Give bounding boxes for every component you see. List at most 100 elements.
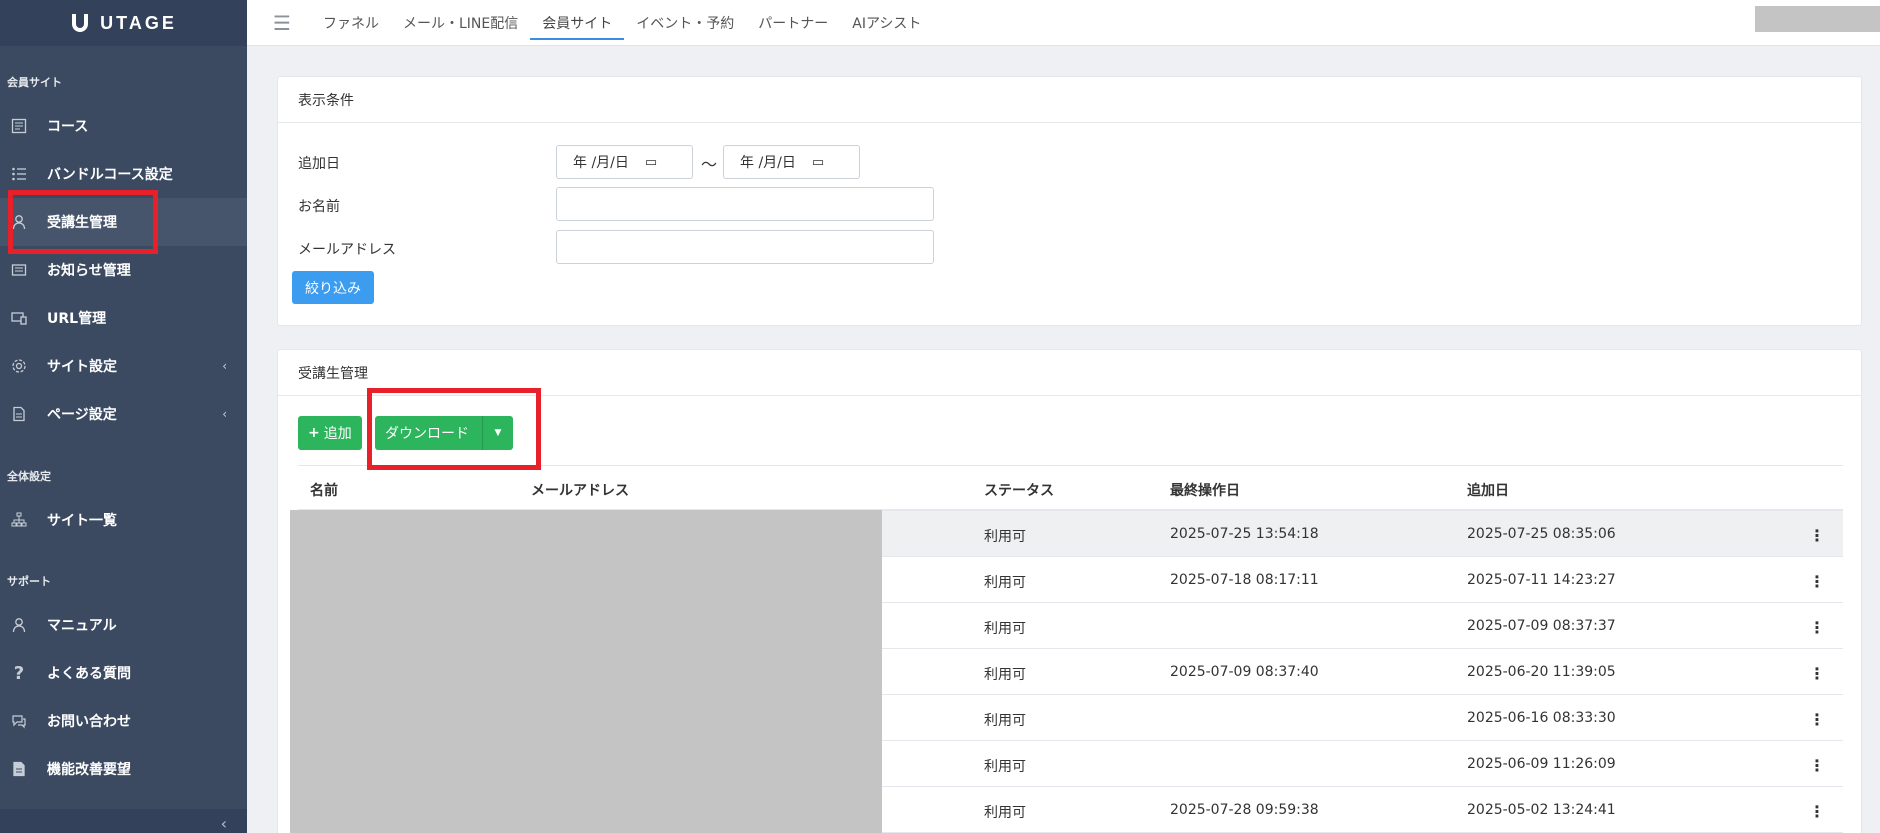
brand-name: UTAGE bbox=[100, 12, 177, 33]
row-added-date: 2025-06-09 11:26:09 bbox=[1467, 756, 1616, 772]
sidebar-item-label: コース bbox=[47, 119, 89, 135]
column-header-status[interactable]: ステータス bbox=[984, 480, 1054, 500]
tab-partner[interactable]: パートナー bbox=[746, 6, 840, 40]
collapse-sidebar-icon[interactable]: ‹ bbox=[221, 814, 227, 833]
row-last-operation: 2025-07-18 08:17:11 bbox=[1170, 572, 1319, 588]
sidebar-item-label: URL管理 bbox=[47, 311, 107, 327]
devices-icon bbox=[10, 309, 28, 327]
download-button-label[interactable]: ダウンロード bbox=[375, 416, 483, 450]
row-last-operation: 2025-07-28 09:59:38 bbox=[1170, 802, 1319, 818]
email-label: メールアドレス bbox=[298, 242, 396, 258]
added-date-label: 追加日 bbox=[298, 156, 340, 172]
sidebar-item-page-settings[interactable]: ページ設定 ‹ bbox=[0, 390, 247, 438]
added-date-from-input[interactable]: 年 /月/日 ▭ bbox=[556, 145, 693, 179]
user-icon bbox=[10, 213, 28, 231]
utage-logo-icon bbox=[72, 14, 89, 32]
row-added-date: 2025-06-16 08:33:30 bbox=[1467, 710, 1616, 726]
file-icon bbox=[10, 760, 28, 778]
filter-button[interactable]: 絞り込み bbox=[292, 271, 374, 304]
sidebar-item-bundle-course[interactable]: バンドルコース設定 bbox=[0, 150, 247, 198]
user-icon bbox=[10, 616, 28, 634]
sidebar-item-student-management[interactable]: 受講生管理 bbox=[0, 198, 247, 246]
date-placeholder: 年 /月/日 bbox=[740, 155, 796, 171]
caret-down-icon[interactable]: ▼ bbox=[483, 428, 513, 438]
row-added-date: 2025-06-20 11:39:05 bbox=[1467, 664, 1616, 680]
brand[interactable]: UTAGE bbox=[0, 0, 247, 46]
add-button-label: 追加 bbox=[323, 426, 352, 442]
row-status: 利用可 bbox=[984, 529, 1026, 545]
hamburger-menu-icon[interactable]: ☰ bbox=[273, 11, 297, 35]
row-status: 利用可 bbox=[984, 667, 1026, 683]
sidebar-item-feature-request[interactable]: 機能改善要望 bbox=[0, 745, 247, 793]
tab-member-site[interactable]: 会員サイト bbox=[530, 6, 625, 40]
newspaper-icon bbox=[10, 261, 28, 279]
added-date-to-input[interactable]: 年 /月/日 ▭ bbox=[723, 145, 860, 179]
calendar-icon[interactable]: ▭ bbox=[812, 155, 824, 170]
sidebar-item-label: ページ設定 bbox=[47, 407, 117, 423]
redacted-name-email-area bbox=[290, 510, 882, 833]
sidebar-item-contact[interactable]: お問い合わせ bbox=[0, 697, 247, 745]
sidebar-item-label: サイト設定 bbox=[47, 359, 117, 375]
sidebar-item-label: 受講生管理 bbox=[47, 215, 117, 231]
top-navigation: ☰ ファネル メール・LINE配信 会員サイト イベント・予約 パートナー AI… bbox=[247, 0, 1880, 46]
chevron-left-icon: ‹ bbox=[222, 407, 227, 421]
sidebar-item-label: 機能改善要望 bbox=[47, 762, 131, 778]
calendar-icon[interactable]: ▭ bbox=[645, 155, 657, 170]
row-actions-kebab-icon[interactable]: ⋮ bbox=[1809, 756, 1825, 775]
sidebar-item-url-management[interactable]: URL管理 bbox=[0, 294, 247, 342]
row-last-operation: 2025-07-25 13:54:18 bbox=[1170, 526, 1319, 542]
row-added-date: 2025-05-02 13:24:41 bbox=[1467, 802, 1616, 818]
tab-funnel[interactable]: ファネル bbox=[311, 6, 391, 40]
filter-card: 表示条件 追加日 年 /月/日 ▭ 〜 年 /月/日 ▭ お名前 メールアドレス… bbox=[277, 76, 1862, 326]
column-header-name[interactable]: 名前 bbox=[310, 480, 338, 500]
row-status: 利用可 bbox=[984, 805, 1026, 821]
date-placeholder: 年 /月/日 bbox=[573, 155, 629, 171]
gear-icon bbox=[10, 357, 28, 375]
row-actions-kebab-icon[interactable]: ⋮ bbox=[1809, 802, 1825, 821]
column-header-added-date[interactable]: 追加日 bbox=[1467, 480, 1509, 500]
column-header-last-operation[interactable]: 最終操作日 bbox=[1170, 480, 1240, 500]
email-input[interactable] bbox=[556, 230, 934, 264]
document-list-icon bbox=[10, 117, 28, 135]
sidebar-item-label: お問い合わせ bbox=[47, 714, 131, 730]
sidebar-item-label: よくある質問 bbox=[47, 666, 131, 682]
sidebar-item-label: サイト一覧 bbox=[47, 513, 117, 529]
sidebar-item-manual[interactable]: マニュアル bbox=[0, 601, 247, 649]
row-actions-kebab-icon[interactable]: ⋮ bbox=[1809, 618, 1825, 637]
section-label-support: サポート bbox=[7, 575, 51, 588]
row-status: 利用可 bbox=[984, 621, 1026, 637]
sidebar-item-news-management[interactable]: お知らせ管理 bbox=[0, 246, 247, 294]
students-card-title: 受講生管理 bbox=[278, 350, 1861, 396]
row-actions-kebab-icon[interactable]: ⋮ bbox=[1809, 664, 1825, 683]
sidebar-item-site-list[interactable]: サイト一覧 bbox=[0, 496, 247, 544]
sidebar-item-faq[interactable]: ? よくある質問 bbox=[0, 649, 247, 697]
list-icon bbox=[10, 165, 28, 183]
row-actions-kebab-icon[interactable]: ⋮ bbox=[1809, 710, 1825, 729]
row-status: 利用可 bbox=[984, 759, 1026, 775]
row-last-operation: 2025-07-09 08:37:40 bbox=[1170, 664, 1319, 680]
table-header: 名前 メールアドレス ステータス 最終操作日 追加日 bbox=[298, 465, 1843, 511]
name-input[interactable] bbox=[556, 187, 934, 221]
sidebar-item-site-settings[interactable]: サイト設定 ‹ bbox=[0, 342, 247, 390]
sidebar-item-label: バンドルコース設定 bbox=[47, 167, 173, 183]
question-icon: ? bbox=[13, 662, 25, 684]
sidebar-item-course[interactable]: コース bbox=[0, 102, 247, 150]
tab-ai-assist[interactable]: AIアシスト bbox=[840, 6, 933, 40]
add-student-button[interactable]: + 追加 bbox=[298, 416, 362, 450]
user-menu-redacted[interactable] bbox=[1755, 6, 1880, 32]
column-header-email[interactable]: メールアドレス bbox=[531, 480, 629, 500]
file-icon bbox=[10, 405, 28, 423]
row-status: 利用可 bbox=[984, 713, 1026, 729]
filter-card-title: 表示条件 bbox=[278, 77, 1861, 123]
row-added-date: 2025-07-11 14:23:27 bbox=[1467, 572, 1616, 588]
tab-event-booking[interactable]: イベント・予約 bbox=[624, 6, 746, 40]
section-label-member-site: 会員サイト bbox=[7, 76, 62, 89]
sidebar-footer: ‹ bbox=[0, 809, 247, 833]
row-actions-kebab-icon[interactable]: ⋮ bbox=[1809, 572, 1825, 591]
row-actions-kebab-icon[interactable]: ⋮ bbox=[1809, 526, 1825, 545]
name-label: お名前 bbox=[298, 199, 340, 215]
sidebar: UTAGE 会員サイト コース バンドルコース設定 受講生管理 お知らせ管理 U… bbox=[0, 0, 247, 833]
row-added-date: 2025-07-25 08:35:06 bbox=[1467, 526, 1616, 542]
download-button[interactable]: ダウンロード ▼ bbox=[375, 416, 513, 450]
tab-mail-line[interactable]: メール・LINE配信 bbox=[391, 6, 530, 40]
